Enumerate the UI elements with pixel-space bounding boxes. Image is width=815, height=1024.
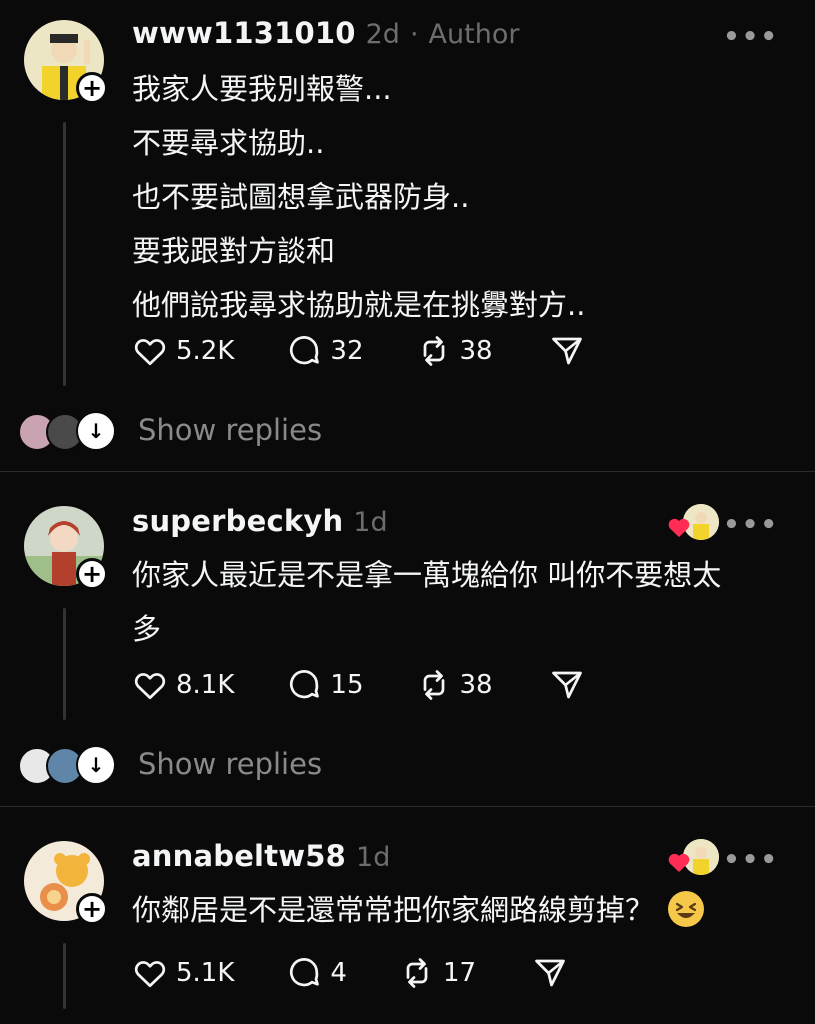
reply-count: 4	[330, 958, 347, 988]
repost-icon	[406, 958, 428, 988]
like-count: 8.1K	[176, 670, 235, 700]
thread-line	[63, 608, 66, 720]
more-options-icon[interactable]: •••	[723, 845, 779, 875]
post-content: 你家人最近是不是拿一萬塊給你 叫你不要想太 多	[132, 548, 785, 656]
heart-icon	[134, 673, 166, 700]
arrow-down-icon[interactable]: ↓	[76, 745, 116, 785]
share-button[interactable]	[549, 333, 585, 369]
author-liked-indicator	[667, 504, 719, 544]
share-button[interactable]	[549, 667, 585, 703]
like-button[interactable]: 8.1K	[132, 667, 234, 703]
heart-icon	[668, 518, 690, 537]
grinning-squinting-face-emoji	[668, 891, 705, 927]
author-liked-indicator	[667, 839, 719, 879]
repost-button[interactable]: 17	[399, 955, 476, 991]
repost-count: 38	[459, 670, 493, 700]
repost-button[interactable]: 38	[416, 667, 493, 703]
reply-avatars: ↓	[18, 745, 116, 785]
arrow-down-icon[interactable]: ↓	[76, 411, 116, 451]
content-line: 你家人最近是不是拿一萬塊給你 叫你不要想太	[132, 558, 722, 592]
like-button[interactable]: 5.1K	[132, 955, 234, 991]
username[interactable]: annabeltw58	[132, 839, 346, 873]
content-text: 你鄰居是不是還常常把你家網路線剪掉？	[132, 893, 655, 927]
action-bar: 8.1K 15 38	[132, 665, 585, 705]
send-icon	[535, 959, 565, 987]
comment-icon	[290, 958, 320, 987]
comment-icon	[290, 336, 320, 365]
follow-plus-button[interactable]: +	[76, 893, 108, 925]
thread-post-1: + www1131010 2d · Author ••• 我家人要我別報警...…	[0, 0, 815, 470]
content-line: 也不要試圖想拿武器防身..	[132, 180, 470, 214]
share-button[interactable]	[532, 955, 568, 991]
post-header: www1131010 2d · Author	[132, 16, 519, 56]
thread-line	[63, 122, 66, 386]
show-replies-row[interactable]: ↓ Show replies	[18, 408, 322, 452]
like-count: 5.1K	[176, 958, 235, 988]
post-content: 我家人要我別報警... 不要尋求協助.. 也不要試圖想拿武器防身.. 要我跟對方…	[132, 62, 785, 332]
thread-line	[63, 943, 66, 1009]
heart-icon	[668, 853, 690, 872]
thread-post-2: + superbeckyh 1d ••• 你家人最近是不是拿一萬塊給你 叫你不要…	[0, 472, 815, 806]
send-icon	[551, 671, 582, 699]
content-line: 他們說我尋求協助就是在挑釁對方..	[132, 288, 586, 322]
follow-plus-button[interactable]: +	[76, 558, 108, 590]
plus-icon: +	[81, 560, 103, 588]
like-count: 5.2K	[176, 336, 235, 366]
content-line: 我家人要我別報警...	[132, 72, 392, 106]
heart-icon	[134, 339, 166, 366]
heart-icon	[134, 961, 166, 988]
meta-separator: ·	[409, 19, 419, 50]
content-line: 不要尋求協助..	[132, 126, 325, 160]
username[interactable]: superbeckyh	[132, 504, 343, 538]
action-bar: 5.1K 4 17	[132, 953, 568, 993]
action-bar: 5.2K 32 38	[132, 331, 585, 371]
thread-post-3: + annabeltw58 1d ••• 你鄰居是不是還常常把你家網路線剪掉？ …	[0, 807, 815, 1024]
reply-count: 15	[330, 670, 364, 700]
more-options-icon[interactable]: •••	[723, 510, 779, 540]
reply-button[interactable]: 15	[286, 667, 364, 703]
show-replies-link[interactable]: Show replies	[138, 413, 322, 447]
send-icon	[551, 337, 582, 365]
reply-button[interactable]: 32	[286, 333, 364, 369]
post-header: superbeckyh 1d	[132, 504, 388, 544]
post-header: annabeltw58 1d	[132, 839, 390, 879]
repost-count: 17	[442, 958, 477, 988]
show-replies-link[interactable]: Show replies	[138, 747, 322, 781]
content-line: 你鄰居是不是還常常把你家網路線剪掉？	[132, 883, 785, 937]
content-line: 要我跟對方談和	[132, 234, 336, 268]
comment-icon	[290, 670, 320, 699]
username[interactable]: www1131010	[132, 16, 356, 50]
post-time: 2d	[365, 19, 400, 50]
repost-button[interactable]: 38	[416, 333, 493, 369]
follow-plus-button[interactable]: +	[76, 72, 108, 104]
repost-icon	[423, 336, 444, 366]
content-line: 多	[132, 612, 162, 646]
repost-count: 38	[459, 336, 493, 366]
reply-count: 32	[330, 336, 364, 366]
reply-avatars: ↓	[18, 411, 116, 451]
reply-button[interactable]: 4	[286, 955, 347, 991]
more-options-icon[interactable]: •••	[723, 22, 779, 52]
repost-icon	[423, 670, 444, 700]
like-button[interactable]: 5.2K	[132, 333, 234, 369]
plus-icon: +	[81, 895, 103, 923]
post-time: 1d	[353, 507, 388, 538]
plus-icon: +	[81, 74, 103, 102]
post-time: 1d	[356, 842, 391, 873]
show-replies-row[interactable]: ↓ Show replies	[18, 742, 322, 786]
author-tag: Author	[428, 19, 520, 50]
post-content: 你鄰居是不是還常常把你家網路線剪掉？	[132, 883, 785, 937]
